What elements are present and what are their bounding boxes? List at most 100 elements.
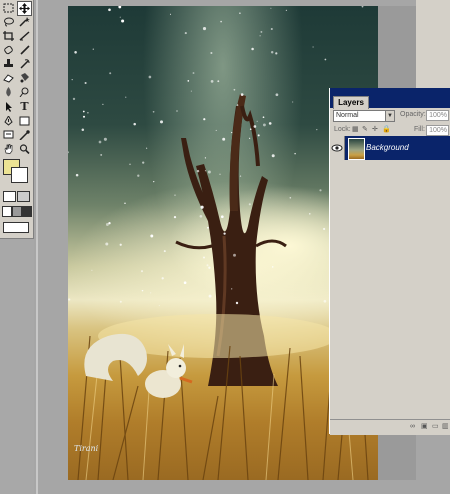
type-tool-icon[interactable]: T	[17, 100, 32, 113]
snowflake	[248, 203, 251, 206]
lasso-tool-icon[interactable]	[1, 15, 16, 28]
lock-transparency-icon[interactable]: ▦	[352, 126, 359, 133]
snowflake	[203, 118, 206, 121]
lock-image-icon[interactable]: ✎	[362, 126, 369, 133]
snowflake	[239, 12, 241, 15]
snowflake	[74, 51, 77, 54]
snowflake	[210, 51, 213, 55]
screen-mode-full-icon[interactable]	[22, 206, 32, 217]
snowflake	[253, 125, 257, 128]
new-layer-icon[interactable]: ▣	[421, 423, 429, 430]
path-selection-tool-icon[interactable]	[1, 100, 16, 113]
quick-mask-mode-icon[interactable]	[17, 191, 30, 202]
snowflake	[249, 137, 251, 139]
lock-all-icon[interactable]: 🔒	[382, 126, 391, 133]
snowflake	[312, 46, 314, 48]
snowflake	[124, 202, 126, 205]
snowflake	[84, 81, 87, 85]
tree-branch	[175, 240, 213, 250]
eyedropper-tool-icon[interactable]	[17, 128, 32, 141]
snowflake	[256, 120, 258, 122]
opacity-label: Opacity:	[400, 111, 426, 118]
snowflake	[119, 243, 122, 246]
gradient-tool-icon[interactable]	[17, 71, 32, 84]
snowflake	[82, 110, 85, 113]
snowflake	[210, 80, 214, 83]
snowflake	[268, 122, 272, 125]
snowflake	[118, 6, 122, 9]
snowflake	[200, 205, 204, 209]
layer-visibility-toggle[interactable]	[330, 136, 345, 160]
hand-tool-icon[interactable]	[1, 142, 16, 155]
tab-layers[interactable]: Layers	[333, 96, 369, 109]
layer-name[interactable]: Background	[366, 143, 409, 152]
tree-branch	[181, 138, 214, 221]
screen-mode-full-menu-icon[interactable]	[12, 206, 22, 217]
snowflake	[270, 50, 274, 54]
opacity-field[interactable]: 100%	[426, 110, 449, 121]
tree-branch	[255, 239, 287, 248]
link-icon[interactable]: ∞	[410, 423, 418, 430]
snowflake	[133, 122, 136, 126]
snowflake	[176, 110, 178, 112]
snowflake	[173, 215, 177, 219]
snowflake	[204, 157, 206, 159]
snowflake	[220, 215, 224, 219]
new-set-icon[interactable]: ▭	[432, 423, 440, 430]
eraser-tool-icon[interactable]	[1, 71, 16, 84]
snowflake	[102, 103, 104, 106]
snowflake	[174, 194, 176, 196]
healing-brush-tool-icon[interactable]	[1, 43, 16, 56]
snowflake	[319, 189, 322, 192]
workspace-divider	[36, 0, 38, 494]
brush-tool-icon[interactable]	[17, 43, 32, 56]
snowflake	[219, 173, 221, 175]
lock-position-icon[interactable]: ✛	[372, 126, 379, 133]
snowflake	[142, 161, 145, 164]
screen-mode-standard-icon[interactable]	[2, 206, 12, 217]
snowflake	[215, 129, 217, 131]
move-tool-icon[interactable]	[17, 1, 32, 16]
blend-mode-select[interactable]: Normal ▼	[333, 110, 395, 122]
clone-stamp-tool-icon[interactable]	[1, 57, 16, 70]
marquee-tool-icon[interactable]	[1, 1, 16, 14]
snowflake	[262, 116, 265, 119]
snowflake	[140, 270, 144, 273]
snowflake	[217, 80, 220, 83]
snowflake	[183, 281, 187, 285]
standard-mode-icon[interactable]	[3, 191, 16, 202]
snowflake	[240, 93, 244, 96]
trash-icon[interactable]: ▥	[442, 423, 450, 430]
snowflake	[235, 301, 239, 305]
snowflake	[87, 111, 89, 114]
snowflake	[260, 30, 263, 33]
magic-wand-tool-icon[interactable]	[17, 15, 32, 28]
blur-tool-icon[interactable]	[1, 85, 16, 98]
crop-tool-icon[interactable]	[1, 29, 16, 42]
snowflake	[275, 52, 278, 55]
snowflake	[119, 300, 122, 303]
shape-tool-icon[interactable]	[17, 114, 32, 127]
dodge-tool-icon[interactable]	[17, 85, 32, 98]
snowflake	[75, 173, 79, 177]
background-color-swatch[interactable]	[11, 167, 28, 183]
snowflake	[204, 170, 206, 172]
history-brush-tool-icon[interactable]	[17, 57, 32, 70]
snowflake	[100, 153, 103, 156]
layer-row-background[interactable]: Background	[330, 136, 450, 160]
zoom-tool-icon[interactable]	[17, 142, 32, 155]
snowflake	[109, 72, 112, 75]
snowflake	[163, 250, 166, 253]
snowflake	[71, 78, 73, 81]
fill-field[interactable]: 100%	[426, 125, 449, 136]
snowflake	[249, 128, 252, 131]
slice-tool-icon[interactable]	[17, 29, 32, 42]
snowflake	[271, 266, 274, 268]
snowflake	[270, 7, 272, 9]
jump-to-imageready-icon[interactable]	[3, 222, 29, 233]
pen-tool-icon[interactable]	[1, 114, 16, 127]
snowflake	[292, 101, 294, 103]
snowflake	[108, 222, 111, 225]
notes-tool-icon[interactable]	[1, 128, 16, 141]
snowflake	[262, 123, 266, 127]
